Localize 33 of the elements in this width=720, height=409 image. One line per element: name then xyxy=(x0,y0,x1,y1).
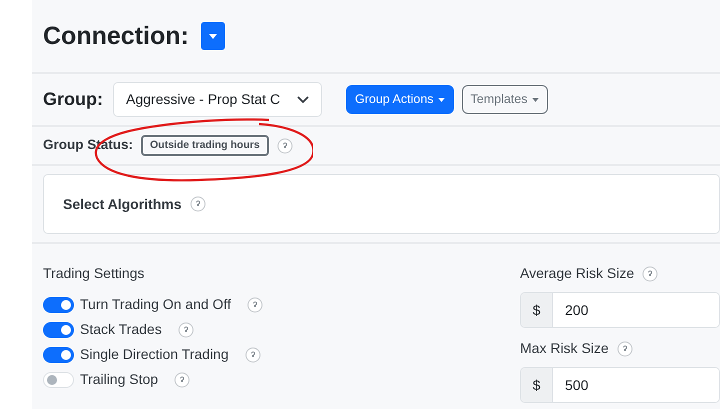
risk-size-input[interactable]: $ 500 xyxy=(520,367,720,403)
switch-label: Stack Trades xyxy=(80,320,162,339)
toggle-switch[interactable] xyxy=(43,296,74,312)
switch-label: Single Direction Trading xyxy=(80,345,229,364)
caret-icon xyxy=(208,34,217,38)
help-icon[interactable] xyxy=(246,296,263,312)
help-icon[interactable] xyxy=(174,372,190,388)
status-badge: Outside trading hours xyxy=(141,134,269,156)
switch-label: Turn Trading On and Off xyxy=(80,295,231,314)
help-icon[interactable] xyxy=(178,322,194,338)
field-label: Max Risk Size xyxy=(520,339,609,358)
caret-icon xyxy=(532,98,538,102)
toggle-switch[interactable] xyxy=(43,346,74,362)
toggle-switch[interactable] xyxy=(43,322,74,338)
help-icon[interactable] xyxy=(642,266,658,282)
switch-label: Trailing Stop xyxy=(80,370,158,389)
group-select[interactable]: Aggressive - Prop Stat C xyxy=(113,82,322,117)
dropdown-button[interactable]: Templates xyxy=(462,85,548,114)
algorithms-title: Select Algorithms xyxy=(63,194,182,214)
caret-icon xyxy=(438,98,445,102)
toggle-switch[interactable] xyxy=(43,372,74,388)
group-label: Group: xyxy=(43,88,103,111)
help-icon[interactable] xyxy=(616,340,633,356)
dropdown-button[interactable]: Group Actions xyxy=(346,85,454,114)
risk-size-input[interactable]: $ 200 xyxy=(520,292,720,328)
help-icon[interactable] xyxy=(190,196,206,212)
field-label: Average Risk Size xyxy=(520,264,634,283)
section-title: Trading Settings xyxy=(43,264,146,283)
page-title: Connection: xyxy=(43,24,189,48)
help-icon[interactable] xyxy=(276,138,293,154)
chevron-icon xyxy=(297,96,309,104)
connection-dropdown-button[interactable] xyxy=(200,22,225,50)
help-icon[interactable] xyxy=(244,346,261,362)
